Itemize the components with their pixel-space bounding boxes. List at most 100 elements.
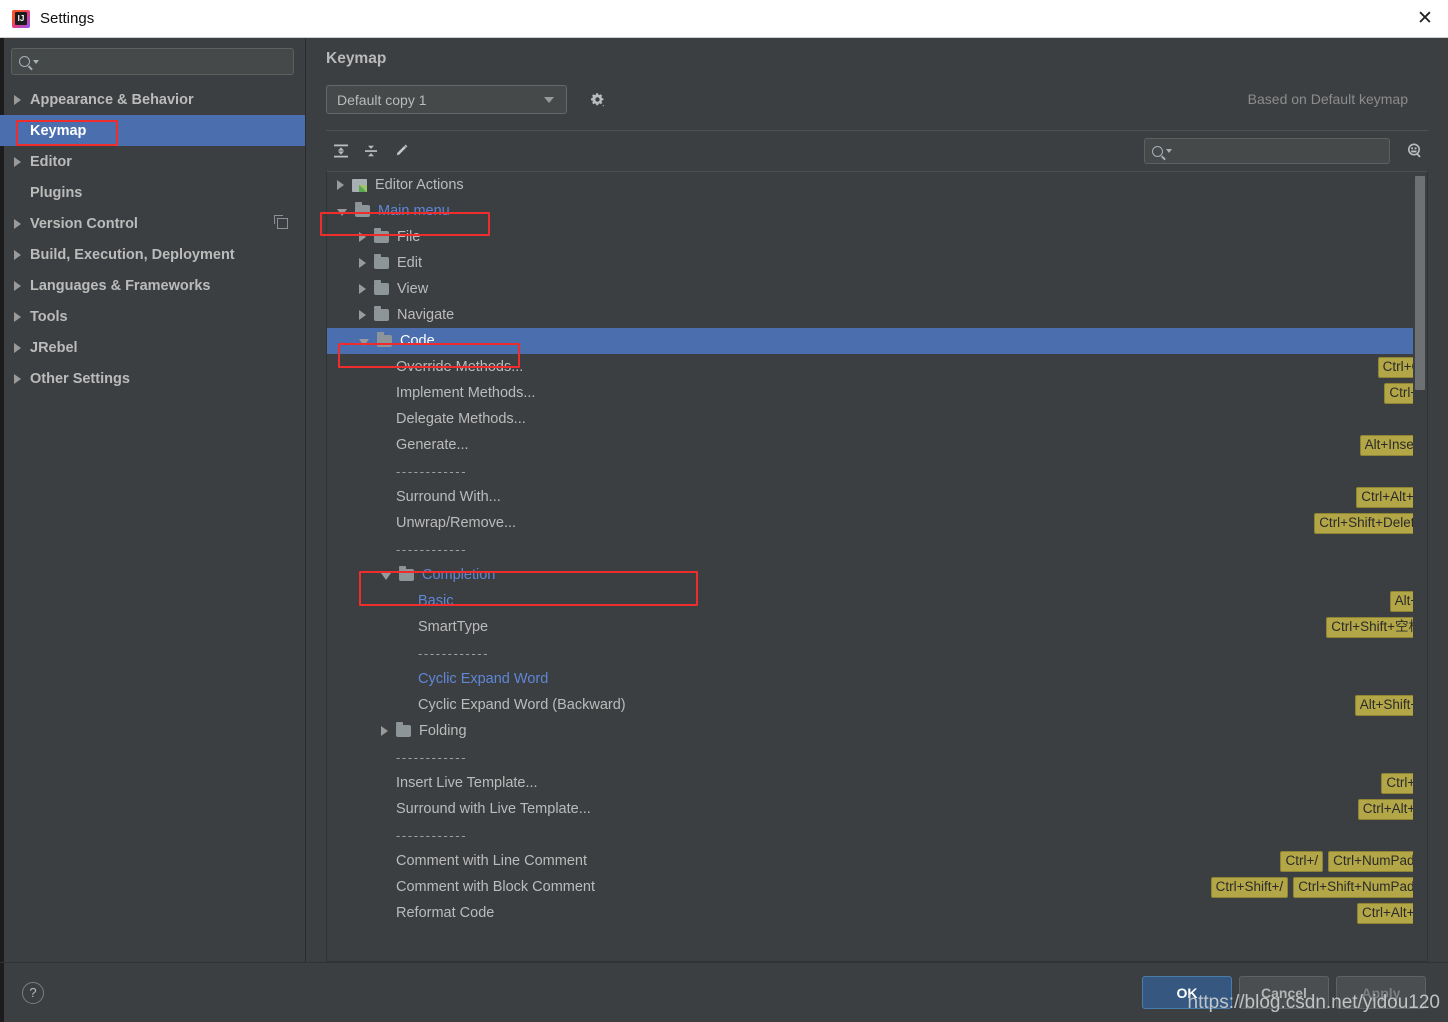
keymap-tree-scrollbar[interactable] [1413, 172, 1427, 961]
gear-icon[interactable] [589, 91, 606, 108]
sidebar-item-appearance-behavior[interactable]: Appearance & Behavior [0, 84, 305, 115]
keymap-action-label: Navigate [397, 307, 455, 323]
menu-separator: ------------ [396, 463, 468, 479]
sidebar-item-build-execution-deployment[interactable]: Build, Execution, Deployment [0, 239, 305, 270]
keymap-tree-row[interactable]: Reformat Code Ctrl+Alt+L [327, 900, 1427, 926]
chevron-right-icon [14, 218, 21, 229]
keymap-action-label: Main menu [378, 203, 450, 219]
keymap-tree-row[interactable]: Surround With... Ctrl+Alt+T [327, 484, 1427, 510]
shortcut-badge[interactable]: Ctrl+/ [1280, 850, 1324, 872]
keymap-tree-row[interactable]: Cyclic Expand Word (Backward) Alt+Shift+/ [327, 692, 1427, 718]
keymap-tree-row[interactable]: SmartType Ctrl+Shift+空格 [327, 614, 1427, 640]
keymap-tree-row[interactable]: Insert Live Template... Ctrl+J [327, 770, 1427, 796]
page-title: Keymap [326, 50, 387, 67]
keymap-tree-row[interactable]: Basic Alt+/ [327, 588, 1427, 614]
keymap-tree-row[interactable]: View [327, 276, 1427, 302]
sidebar-search-wrap [0, 38, 305, 82]
sidebar-item-languages-frameworks[interactable]: Languages & Frameworks [0, 270, 305, 301]
find-by-shortcut-icon[interactable] [1402, 138, 1428, 164]
chevron-right-icon[interactable] [337, 180, 344, 190]
chevron-right-icon[interactable] [381, 726, 388, 736]
chevron-down-icon[interactable] [381, 573, 391, 580]
copy-icon [274, 215, 288, 229]
keymap-action-label: SmartType [418, 619, 489, 635]
keymap-tree-row[interactable]: Navigate [327, 302, 1427, 328]
keymap-tree-row[interactable]: ------------ [327, 744, 1427, 770]
keymap-action-label: Insert Live Template... [396, 775, 538, 791]
keymap-tree-row[interactable]: ------------ [327, 458, 1427, 484]
shortcut-badge[interactable]: Ctrl+Shift+空格 [1326, 616, 1427, 638]
sidebar-item-tools[interactable]: Tools [0, 301, 305, 332]
keymap-tree-row[interactable]: Editor Actions [327, 172, 1427, 198]
chevron-down-icon[interactable] [337, 209, 347, 216]
apply-button[interactable]: Apply [1336, 976, 1426, 1009]
keymap-tree-row[interactable]: Comment with Line Comment Ctrl+/Ctrl+NumP… [327, 848, 1427, 874]
sidebar-item-jrebel[interactable]: JRebel [0, 332, 305, 363]
search-input[interactable] [39, 54, 286, 69]
keymap-tree-rows: Editor Actions Main menu File Edit View Navig… [327, 172, 1427, 961]
shortcut-badge[interactable]: Ctrl+Shift+/ [1210, 876, 1289, 898]
shortcut-badge[interactable]: Ctrl+Shift+NumPad / [1293, 876, 1427, 898]
keymap-tree-row[interactable]: ------------ [327, 536, 1427, 562]
folder-icon [399, 566, 414, 581]
keymap-tree-scrollbar-thumb[interactable] [1415, 176, 1425, 390]
sidebar-item-label: Editor [30, 153, 72, 170]
sidebar-item-version-control[interactable]: Version Control [0, 208, 305, 239]
sidebar-item-label: Keymap [30, 122, 87, 139]
keymap-tree-row[interactable]: File [327, 224, 1427, 250]
keymap-tree-row[interactable]: ------------ [327, 640, 1427, 666]
keymap-select[interactable]: Default copy 1 [326, 85, 567, 114]
chevron-right-icon [14, 156, 21, 167]
keymap-action-label: Generate... [396, 437, 469, 453]
expand-all-icon[interactable] [326, 138, 356, 164]
help-button[interactable]: ? [22, 981, 44, 1004]
keymap-find-input[interactable] [1172, 143, 1382, 159]
keymap-action-label: Edit [397, 255, 422, 271]
sidebar-item-keymap[interactable]: Keymap [0, 115, 305, 146]
keymap-tree-row[interactable]: Implement Methods... Ctrl+I [327, 380, 1427, 406]
keymap-tree-row[interactable]: Generate... Alt+Insert [327, 432, 1427, 458]
sidebar-item-label: Version Control [30, 215, 138, 232]
keymap-tree-row[interactable]: Comment with Block Comment Ctrl+Shift+/Ct… [327, 874, 1427, 900]
folder-icon [377, 332, 392, 347]
keymap-tree-row[interactable]: Delegate Methods... [327, 406, 1427, 432]
keymap-tree-row[interactable]: Cyclic Expand Word [327, 666, 1427, 692]
keymap-tree-row[interactable]: Main menu [327, 198, 1427, 224]
intellij-idea-icon [12, 9, 30, 28]
keymap-tree-row[interactable]: Folding [327, 718, 1427, 744]
keymap-tree-row[interactable]: Edit [327, 250, 1427, 276]
collapse-all-icon[interactable] [356, 138, 386, 164]
chevron-right-icon[interactable] [359, 310, 366, 320]
keymap-tree-row[interactable]: Override Methods... Ctrl+O [327, 354, 1427, 380]
chevron-right-icon[interactable] [359, 232, 366, 242]
keymap-tree-row[interactable]: Code [327, 328, 1427, 354]
keymap-action-label: Surround With... [396, 489, 501, 505]
settings-sidebar: Appearance & Behavior Keymap Editor Plugins… [0, 38, 306, 962]
keymap-tree-row[interactable]: Surround with Live Template... Ctrl+Alt+J [327, 796, 1427, 822]
keymap-tree-row[interactable]: Unwrap/Remove... Ctrl+Shift+Delete [327, 510, 1427, 536]
chevron-down-icon[interactable] [359, 339, 369, 346]
dialog-body: Appearance & Behavior Keymap Editor Plugins… [0, 38, 1448, 962]
sidebar-item-other-settings[interactable]: Other Settings [0, 363, 305, 394]
shortcut-badge[interactable]: Ctrl+Shift+Delete [1314, 512, 1427, 534]
close-icon[interactable]: ✕ [1402, 0, 1448, 37]
keymap-tree-row[interactable]: ------------ [327, 822, 1427, 848]
sidebar-item-editor[interactable]: Editor [0, 146, 305, 177]
keymap-tree[interactable]: Editor Actions Main menu File Edit View Navig… [326, 171, 1428, 962]
shortcut-group: Ctrl+/Ctrl+NumPad / [1280, 848, 1427, 874]
based-on-label: Based on Default keymap [1247, 91, 1408, 107]
sidebar-search-box[interactable] [11, 48, 294, 75]
pencil-edit-icon[interactable] [386, 138, 416, 164]
cancel-button[interactable]: Cancel [1239, 976, 1329, 1009]
keymap-action-label: Surround with Live Template... [396, 801, 591, 817]
ok-button[interactable]: OK [1142, 976, 1232, 1009]
keymap-find-box[interactable] [1144, 138, 1390, 164]
dialog-footer: ? OK Cancel Apply https://blog.csdn.net/… [0, 962, 1448, 1022]
sidebar-item-plugins[interactable]: Plugins [0, 177, 305, 208]
chevron-right-icon [14, 94, 21, 105]
chevron-right-icon[interactable] [359, 258, 366, 268]
search-icon [1152, 145, 1163, 157]
keymap-tree-row[interactable]: Completion [327, 562, 1427, 588]
shortcut-group: Ctrl+Shift+Delete [1314, 510, 1427, 536]
chevron-right-icon[interactable] [359, 284, 366, 294]
